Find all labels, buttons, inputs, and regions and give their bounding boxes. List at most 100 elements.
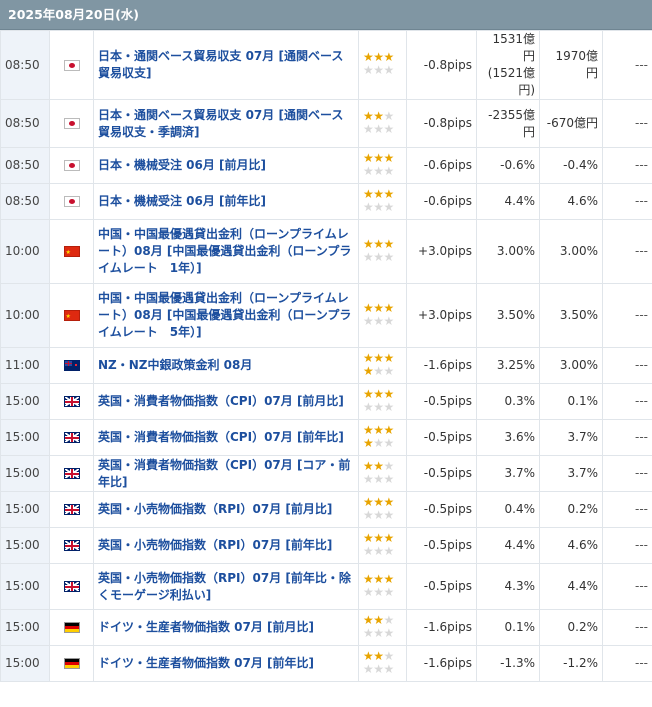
star-rating-icon: ★★★ ★★★: [363, 236, 394, 264]
table-row: 15:00 英国・消費者物価指数（CPI）07月 [前年比] ★★★ ★★★ -0.5p…: [0, 419, 652, 456]
forecast-cell: 4.6%: [539, 527, 603, 564]
importance-stars: ★★★ ★★★: [358, 419, 407, 456]
jp-flag-icon: [63, 160, 80, 171]
time-cell: 08:50: [0, 183, 50, 220]
star-rating-icon: ★★★ ★★★: [363, 458, 394, 486]
time-cell: 08:50: [0, 99, 50, 148]
time-cell: 10:00: [0, 283, 50, 348]
time-cell: 15:00: [0, 563, 50, 610]
event-cell: 日本・機械受注 06月 [前月比]: [93, 147, 359, 184]
star-rating-icon: ★★★ ★★★: [363, 422, 394, 450]
event-cell: NZ・NZ中銀政策金利 08月: [93, 347, 359, 384]
time-cell: 08:50: [0, 147, 50, 184]
actual-cell: ---: [602, 419, 652, 456]
actual-cell: ---: [602, 455, 652, 492]
event-link[interactable]: 日本・機械受注 06月 [前年比]: [98, 194, 266, 208]
importance-stars: ★★★ ★★★: [358, 347, 407, 384]
uk-flag-icon: [63, 540, 80, 551]
event-link[interactable]: 英国・小売物価指数（RPI）07月 [前年比]: [98, 538, 332, 552]
event-link[interactable]: 日本・機械受注 06月 [前月比]: [98, 158, 266, 172]
actual-cell: ---: [602, 491, 652, 528]
pips-cell: +3.0pips: [406, 219, 477, 284]
time-cell: 15:00: [0, 609, 50, 646]
actual-cell: ---: [602, 527, 652, 564]
importance-stars: ★★★ ★★★: [358, 283, 407, 348]
pips-cell: -0.5pips: [406, 383, 477, 420]
event-link[interactable]: 日本・通関ベース貿易収支 07月 [通関ベース貿易収支・季調済]: [98, 108, 343, 139]
previous-cell: 0.4%: [476, 491, 540, 528]
uk-flag-icon: [63, 581, 80, 592]
event-link[interactable]: 英国・消費者物価指数（CPI）07月 [前月比]: [98, 394, 344, 408]
forecast-cell: 4.6%: [539, 183, 603, 220]
star-rating-icon: ★★★ ★★★: [363, 150, 394, 178]
pips-cell: -0.5pips: [406, 491, 477, 528]
flag-cell: [49, 383, 94, 420]
forecast-cell: 0.2%: [539, 609, 603, 646]
event-link[interactable]: 英国・消費者物価指数（CPI）07月 [前年比]: [98, 430, 344, 444]
star-rating-icon: ★★★ ★★★: [363, 300, 394, 328]
event-cell: 英国・小売物価指数（RPI）07月 [前月比]: [93, 491, 359, 528]
actual-cell: ---: [602, 30, 652, 100]
time-cell: 11:00: [0, 347, 50, 384]
actual-cell: ---: [602, 563, 652, 610]
pips-cell: -0.5pips: [406, 527, 477, 564]
uk-flag-icon: [63, 432, 80, 443]
jp-flag-icon: [63, 59, 80, 71]
forecast-cell: 1970億円: [539, 30, 603, 100]
jp-flag-icon: [63, 118, 80, 129]
event-link[interactable]: NZ・NZ中銀政策金利 08月: [98, 358, 252, 372]
star-rating-icon: ★★★ ★★★: [363, 386, 394, 414]
flag-cell: [49, 347, 94, 384]
importance-stars: ★★★ ★★★: [358, 609, 407, 646]
actual-cell: ---: [602, 183, 652, 220]
previous-cell: -0.6%: [476, 147, 540, 184]
previous-cell: 1531億円 (1521億円): [476, 30, 540, 100]
flag-cell: [49, 455, 94, 492]
actual-cell: ---: [602, 147, 652, 184]
flag-cell: [49, 30, 94, 100]
previous-cell: 3.6%: [476, 419, 540, 456]
event-link[interactable]: ドイツ・生産者物価指数 07月 [前月比]: [98, 620, 314, 634]
cn-flag-icon: [63, 310, 80, 321]
forecast-cell: 0.1%: [539, 383, 603, 420]
previous-cell: 4.3%: [476, 563, 540, 610]
cn-flag-icon: [63, 246, 80, 257]
pips-cell: -1.6pips: [406, 645, 477, 682]
event-link[interactable]: 中国・中国最優遇貸出金利（ローンプライムレート）08月 [中国最優遇貸出金利（ロ…: [98, 291, 351, 339]
event-cell: 中国・中国最優遇貸出金利（ローンプライムレート）08月 [中国最優遇貸出金利（ロ…: [93, 219, 359, 284]
event-link[interactable]: 英国・消費者物価指数（CPI）07月 [コア・前年比]: [98, 458, 350, 489]
pips-cell: -0.8pips: [406, 99, 477, 148]
flag-cell: [49, 99, 94, 148]
event-link[interactable]: 英国・小売物価指数（RPI）07月 [前年比・除くモーゲージ利払い]: [98, 571, 351, 602]
date-header: 2025年08月20日(水): [0, 0, 652, 30]
previous-cell: 3.7%: [476, 455, 540, 492]
table-row: 15:00 英国・小売物価指数（RPI）07月 [前年比・除くモーゲージ利払い] ★…: [0, 563, 652, 610]
previous-cell: -2355億円: [476, 99, 540, 148]
forecast-cell: 3.00%: [539, 347, 603, 384]
importance-stars: ★★★ ★★★: [358, 645, 407, 682]
table-row: 15:00 英国・消費者物価指数（CPI）07月 [コア・前年比] ★★★ ★★★ -0…: [0, 455, 652, 492]
de-flag-icon: [63, 622, 80, 633]
importance-stars: ★★★ ★★★: [358, 527, 407, 564]
event-cell: 英国・小売物価指数（RPI）07月 [前年比]: [93, 527, 359, 564]
event-link[interactable]: 中国・中国最優遇貸出金利（ローンプライムレート）08月 [中国最優遇貸出金利（ロ…: [98, 227, 351, 275]
table-row: 08:50 日本・機械受注 06月 [前年比] ★★★ ★★★ -0.6pips 4.4%…: [0, 183, 652, 220]
star-rating-icon: ★★★ ★★★: [363, 186, 394, 214]
flag-cell: [49, 219, 94, 284]
previous-cell: 3.25%: [476, 347, 540, 384]
forecast-cell: 3.50%: [539, 283, 603, 348]
event-link[interactable]: 日本・通関ベース貿易収支 07月 [通関ベース貿易収支]: [98, 49, 343, 80]
table-row: 15:00 英国・消費者物価指数（CPI）07月 [前月比] ★★★ ★★★ -0.5p…: [0, 383, 652, 420]
event-link[interactable]: ドイツ・生産者物価指数 07月 [前年比]: [98, 656, 314, 670]
time-cell: 15:00: [0, 491, 50, 528]
table-row: 11:00 NZ・NZ中銀政策金利 08月 ★★★ ★★★ -1.6pips 3.25% 3…: [0, 347, 652, 384]
time-cell: 10:00: [0, 219, 50, 284]
time-cell: 15:00: [0, 383, 50, 420]
table-row: 10:00 中国・中国最優遇貸出金利（ローンプライムレート）08月 [中国最優遇貸…: [0, 283, 652, 348]
table-row: 08:50 日本・通関ベース貿易収支 07月 [通関ベース貿易収支] ★★★ ★★★ -…: [0, 30, 652, 100]
event-link[interactable]: 英国・小売物価指数（RPI）07月 [前月比]: [98, 502, 332, 516]
flag-cell: [49, 609, 94, 646]
event-cell: ドイツ・生産者物価指数 07月 [前月比]: [93, 609, 359, 646]
star-rating-icon: ★★★ ★★★: [363, 494, 394, 522]
previous-cell: -1.3%: [476, 645, 540, 682]
